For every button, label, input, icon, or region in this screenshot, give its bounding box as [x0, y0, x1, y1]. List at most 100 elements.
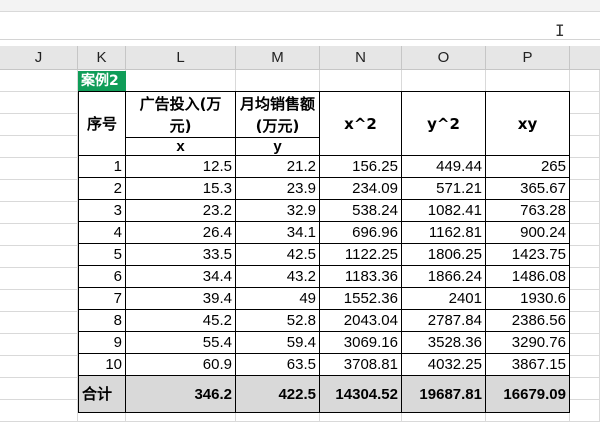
table-cell[interactable]: 4	[78, 222, 126, 244]
table-cell[interactable]: 59.4	[236, 332, 320, 354]
grid-cell[interactable]	[0, 290, 78, 312]
grid-cell[interactable]	[0, 334, 78, 356]
table-cell[interactable]: 571.21	[402, 178, 486, 200]
table-cell[interactable]: 2401	[402, 288, 486, 310]
table-cell[interactable]: 449.44	[402, 156, 486, 178]
grid-cell[interactable]	[402, 70, 486, 92]
table-cell[interactable]: 23.2	[126, 200, 236, 222]
grid-cell[interactable]	[0, 92, 78, 114]
table-cell[interactable]: 10	[78, 354, 126, 376]
table-cell[interactable]: 696.96	[320, 222, 402, 244]
table-cell[interactable]: 2	[78, 178, 126, 200]
grid-cell[interactable]	[0, 70, 78, 92]
table-cell[interactable]: 3528.36	[402, 332, 486, 354]
table-cell[interactable]: 1082.41	[402, 200, 486, 222]
column-header-j[interactable]: J	[0, 46, 78, 70]
table-cell[interactable]: 15.3	[126, 178, 236, 200]
grid-cell[interactable]	[570, 312, 600, 334]
formula-bar[interactable]	[0, 12, 600, 40]
table-cell[interactable]: 1423.75	[486, 244, 570, 266]
grid-cell[interactable]	[0, 114, 78, 136]
table-cell[interactable]: 234.09	[320, 178, 402, 200]
grid-cell[interactable]	[570, 268, 600, 290]
table-cell[interactable]: 2386.56	[486, 310, 570, 332]
table-cell[interactable]: 2787.84	[402, 310, 486, 332]
table-cell[interactable]: 45.2	[126, 310, 236, 332]
column-header-o[interactable]: O	[402, 46, 486, 70]
table-cell[interactable]: 1552.36	[320, 288, 402, 310]
table-cell[interactable]: 538.24	[320, 200, 402, 222]
table-cell[interactable]: 265	[486, 156, 570, 178]
table-cell[interactable]: 43.2	[236, 266, 320, 288]
grid-cell[interactable]	[570, 290, 600, 312]
table-cell[interactable]: 1183.36	[320, 266, 402, 288]
table-cell[interactable]: 3867.15	[486, 354, 570, 376]
table-cell[interactable]: 34.4	[126, 266, 236, 288]
table-cell[interactable]: 3708.81	[320, 354, 402, 376]
table-cell[interactable]: 3	[78, 200, 126, 222]
grid-cell[interactable]	[126, 70, 236, 92]
column-header-p[interactable]: P	[486, 46, 570, 70]
case-label[interactable]: 案例2	[78, 71, 126, 91]
total-cell[interactable]: 346.2	[126, 376, 236, 413]
table-cell[interactable]: 2043.04	[320, 310, 402, 332]
grid-cell[interactable]	[570, 136, 600, 158]
table-cell[interactable]: 39.4	[126, 288, 236, 310]
column-header-m[interactable]: M	[236, 46, 320, 70]
table-cell[interactable]: 763.28	[486, 200, 570, 222]
column-header-l[interactable]: L	[126, 46, 236, 70]
table-cell[interactable]: 1866.24	[402, 266, 486, 288]
grid-cell[interactable]	[570, 92, 600, 114]
table-cell[interactable]: 12.5	[126, 156, 236, 178]
grid-cell[interactable]	[0, 356, 78, 378]
table-cell[interactable]: 26.4	[126, 222, 236, 244]
grid-cell[interactable]	[570, 114, 600, 136]
total-cell[interactable]: 14304.52	[320, 376, 402, 413]
table-cell[interactable]: 21.2	[236, 156, 320, 178]
grid-cell[interactable]	[570, 246, 600, 268]
grid-cell[interactable]	[486, 70, 570, 92]
table-cell[interactable]: 42.5	[236, 244, 320, 266]
grid-cell[interactable]	[0, 268, 78, 290]
grid-cell[interactable]	[0, 180, 78, 202]
table-cell[interactable]: 1	[78, 156, 126, 178]
grid-cell[interactable]	[0, 378, 78, 400]
grid-cell[interactable]	[0, 400, 78, 422]
table-cell[interactable]: 1486.08	[486, 266, 570, 288]
grid-cell[interactable]	[0, 202, 78, 224]
table-cell[interactable]: 9	[78, 332, 126, 354]
grid-cell[interactable]	[570, 180, 600, 202]
table-cell[interactable]: 23.9	[236, 178, 320, 200]
table-cell[interactable]: 8	[78, 310, 126, 332]
total-cell[interactable]: 16679.09	[486, 376, 570, 413]
grid-cell[interactable]	[570, 224, 600, 246]
grid-cell[interactable]	[320, 70, 402, 92]
table-cell[interactable]: 900.24	[486, 222, 570, 244]
grid-cell[interactable]	[0, 246, 78, 268]
table-cell[interactable]: 60.9	[126, 354, 236, 376]
table-cell[interactable]: 1162.81	[402, 222, 486, 244]
table-cell[interactable]: 52.8	[236, 310, 320, 332]
grid-cell[interactable]	[236, 70, 320, 92]
grid-cell[interactable]	[570, 356, 600, 378]
total-label[interactable]: 合计	[78, 376, 126, 413]
table-cell[interactable]: 365.67	[486, 178, 570, 200]
table-cell[interactable]: 33.5	[126, 244, 236, 266]
table-cell[interactable]: 63.5	[236, 354, 320, 376]
table-cell[interactable]: 49	[236, 288, 320, 310]
table-cell[interactable]: 55.4	[126, 332, 236, 354]
grid-cell[interactable]	[570, 334, 600, 356]
grid-cell[interactable]	[0, 224, 78, 246]
table-cell[interactable]: 156.25	[320, 156, 402, 178]
table-cell[interactable]: 3069.16	[320, 332, 402, 354]
table-cell[interactable]: 6	[78, 266, 126, 288]
total-cell[interactable]: 422.5	[236, 376, 320, 413]
table-cell[interactable]: 32.9	[236, 200, 320, 222]
grid-cell[interactable]	[0, 136, 78, 158]
total-cell[interactable]: 19687.81	[402, 376, 486, 413]
table-cell[interactable]: 1930.6	[486, 288, 570, 310]
grid-cell[interactable]	[570, 378, 600, 400]
grid-cell[interactable]	[0, 158, 78, 180]
column-header-n[interactable]: N	[320, 46, 402, 70]
table-cell[interactable]: 4032.25	[402, 354, 486, 376]
